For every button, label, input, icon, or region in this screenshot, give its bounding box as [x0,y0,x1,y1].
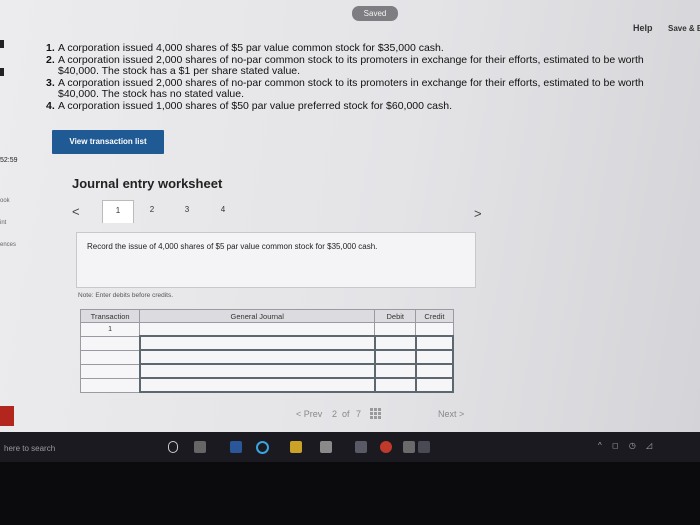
instruction-box: Record the issue of 4,000 shares of $5 p… [76,232,476,288]
problem-item: 4. A corporation issued 1,000 shares of … [46,99,686,113]
problem-item: 3. A corporation issued 2,000 shares of … [46,76,686,101]
worksheet-title: Journal entry worksheet [72,176,223,191]
word-icon[interactable] [230,441,242,453]
page-current: 2 [332,409,338,419]
page-total: 7 [356,409,362,419]
mail-icon[interactable] [403,441,415,453]
timer: 52:59 [0,157,18,164]
tab-1[interactable]: 1 [102,200,134,223]
transaction-cell [79,377,141,393]
column-header-transaction: Transaction [79,309,141,323]
table-row [79,363,455,379]
taskbar-search-input[interactable]: here to search [4,444,55,453]
app-icon[interactable] [355,441,367,453]
problem-text: A corporation issued 2,000 shares of no-… [58,53,644,77]
chevron-left-icon[interactable]: < [72,204,80,219]
tab-4[interactable]: 4 [208,200,238,222]
credit-cell[interactable] [414,335,455,351]
taskbar [0,432,700,462]
journal-table: Transaction General Journal Debit Credit… [79,309,455,393]
column-header-credit: Credit [415,309,454,323]
next-button[interactable]: Next > [438,409,464,419]
transaction-cell: 1 [79,322,141,337]
grid-icon[interactable] [370,408,381,421]
debit-cell[interactable] [373,349,417,365]
store-icon[interactable] [320,441,332,453]
prev-button[interactable]: < Prev [296,409,322,419]
saved-indicator: Saved [352,6,398,21]
journal-account-cell[interactable] [138,377,376,393]
journal-account-cell[interactable] [138,363,376,379]
chrome-icon[interactable] [380,441,392,453]
task-view-icon[interactable] [194,441,206,453]
problem-number: 2. [46,53,55,66]
debit-cell[interactable] [373,377,417,393]
column-header-general-journal: General Journal [139,309,376,323]
page-separator: of [342,409,350,419]
credit-cell[interactable] [414,363,455,379]
transaction-cell [79,349,141,365]
mic-icon[interactable] [168,441,178,453]
sidebar-item[interactable]: ences [0,242,16,248]
problem-text: A corporation issued 2,000 shares of no-… [58,76,644,100]
instruction-text: Record the issue of 4,000 shares of $5 p… [87,242,378,251]
journal-account-cell[interactable] [139,322,376,337]
table-row [79,377,455,393]
table-row: 1 [79,322,454,337]
browser-page: Saved Help Save & E 1. A corporation iss… [0,0,700,462]
debit-cell[interactable] [374,322,417,337]
problem-text: A corporation issued 4,000 shares of $5 … [58,42,444,54]
problem-list: 1. A corporation issued 4,000 shares of … [46,42,686,113]
note-text: Note: Enter debits before credits. [78,292,174,299]
transaction-cell [79,363,141,379]
journal-account-cell[interactable] [138,349,376,365]
tab-3[interactable]: 3 [172,200,202,222]
table-row [79,335,455,351]
left-edge-mark [0,40,4,48]
problem-number: 4. [46,99,55,112]
table-header-row: Transaction General Journal Debit Credit [79,309,454,323]
view-transaction-list-button[interactable]: View transaction list [52,130,164,154]
credit-cell[interactable] [415,322,454,337]
tab-2[interactable]: 2 [137,200,167,222]
debit-cell[interactable] [373,335,417,351]
folder-icon[interactable] [290,441,302,453]
sidebar-item[interactable]: ook [0,198,10,204]
table-row [79,349,455,365]
problem-text: A corporation issued 1,000 shares of $50… [58,99,452,112]
app-icon[interactable] [418,441,430,453]
transaction-cell [79,335,141,351]
problem-number: 1. [46,42,55,54]
credit-cell[interactable] [414,349,455,365]
save-exit-button[interactable]: Save & E [668,24,700,33]
edge-icon[interactable] [256,441,269,454]
help-link[interactable]: Help [633,23,653,33]
left-panel-tab[interactable] [0,406,14,426]
system-tray[interactable]: ^ ◻ ◷ ◿ [598,441,656,450]
problem-number: 3. [46,76,55,89]
journal-account-cell[interactable] [138,335,376,351]
chevron-right-icon[interactable]: > [474,206,482,221]
debit-cell[interactable] [373,363,417,379]
left-edge-mark [0,68,4,76]
column-header-debit: Debit [374,309,417,323]
credit-cell[interactable] [414,377,455,393]
sidebar-item[interactable]: int [0,220,6,226]
problem-item: 2. A corporation issued 2,000 shares of … [46,53,686,78]
